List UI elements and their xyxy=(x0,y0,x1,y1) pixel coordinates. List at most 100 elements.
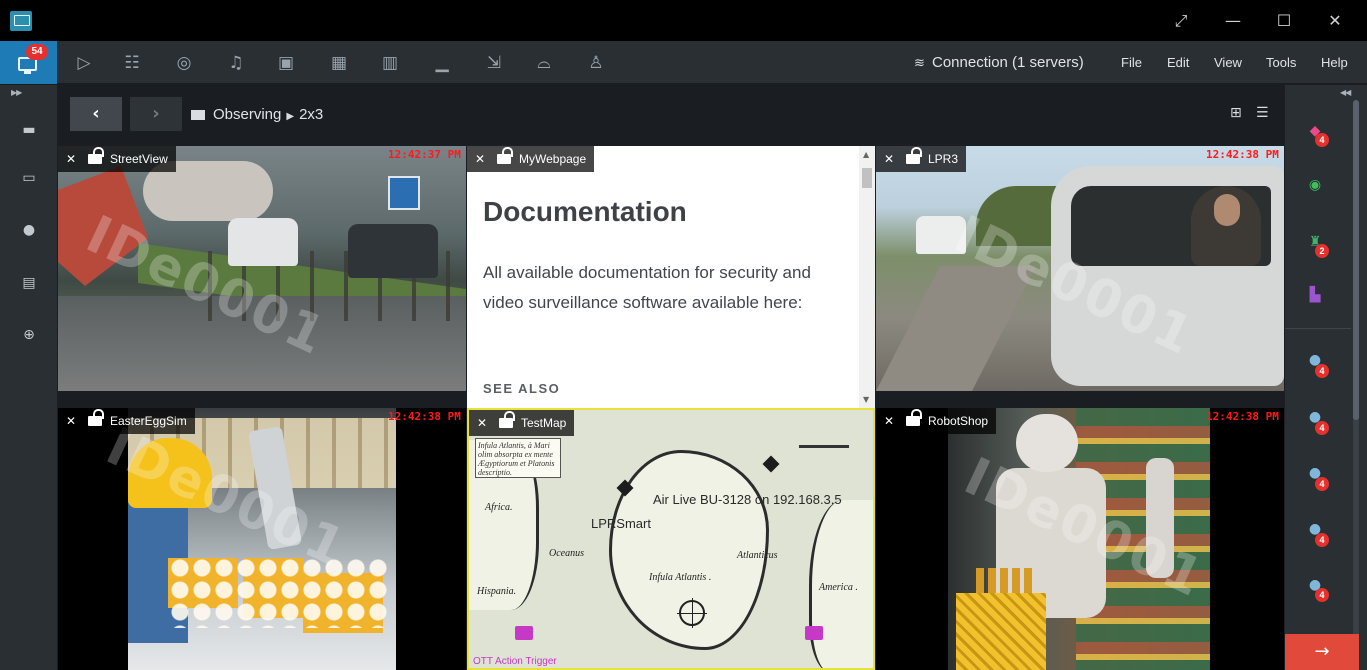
web-scrollbar[interactable]: ▲ ▼ xyxy=(859,146,875,408)
trigger-label: OTT Action Trigger xyxy=(473,656,557,667)
unlock-icon[interactable] xyxy=(88,147,104,164)
tile-timestamp: 12:42:37 PM xyxy=(388,148,461,161)
pin-badge: 4 xyxy=(1315,364,1329,378)
tile-header: ✕ EasterEggSim xyxy=(58,408,195,434)
tile-header: ✕ RobotShop xyxy=(876,408,997,434)
helmet-icon[interactable]: ⌓ xyxy=(532,52,556,74)
crosshair-icon[interactable] xyxy=(677,598,707,628)
ship-icon xyxy=(799,418,849,448)
maximize-icon[interactable]: ☐ xyxy=(1271,9,1297,33)
camera-feed xyxy=(876,146,1284,391)
tile-mywebpage[interactable]: Documentation All available documentatio… xyxy=(467,146,875,408)
menu-view[interactable]: View xyxy=(1214,54,1242,72)
play-icon[interactable]: ▷ xyxy=(72,52,96,74)
tile-eastereggsim[interactable]: IDe0001 ✕ EasterEggSim 12:42:38 PM xyxy=(58,408,466,670)
map-camera-label[interactable]: LPRSmart xyxy=(591,516,651,531)
restore-icon[interactable]: ⤢ xyxy=(1168,9,1194,33)
scroll-thumb[interactable] xyxy=(862,168,872,188)
menu-tools[interactable]: Tools xyxy=(1266,54,1296,72)
chart-icon[interactable]: ▁ xyxy=(430,52,454,74)
close-icon[interactable]: ✕ xyxy=(66,408,76,434)
alarm-badge: 4 xyxy=(1315,133,1329,147)
web-icon[interactable]: ⊕ xyxy=(20,327,38,343)
map-label: Atlanticus xyxy=(737,550,778,561)
map-view[interactable]: Infula Atlantis, à Mari olim absorpta ex… xyxy=(469,410,873,668)
right-sidebar: ◀◀ ◆ 4 ◉ ♜ 2 ▙ ● 4 ● 4 ● 4 ● 4 ● 4 → xyxy=(1285,85,1367,670)
connection-button[interactable]: ≋ Connection (1 servers) xyxy=(914,53,1084,73)
tile-title: RobotShop xyxy=(928,414,989,428)
web-view: Documentation All available documentatio… xyxy=(467,146,875,408)
close-icon[interactable]: ✕ xyxy=(66,146,76,172)
layout-settings-icon[interactable]: ⊞ xyxy=(1230,105,1242,121)
menu-file[interactable]: File xyxy=(1121,54,1142,72)
unlock-icon[interactable] xyxy=(88,409,104,426)
compass-icon[interactable]: ◎ xyxy=(172,52,196,74)
monitor-cursor-icon[interactable]: ▤ xyxy=(20,275,38,291)
minimize-icon[interactable]: — xyxy=(1220,9,1246,33)
layouts-icon[interactable]: ☷ xyxy=(120,52,144,74)
unlock-icon[interactable] xyxy=(499,411,515,428)
navigation-bar: ‹ › Observing ▶ 2x3 ⊞ ☰ xyxy=(57,85,1285,146)
close-icon[interactable]: ✕ xyxy=(884,408,894,434)
forward-button[interactable]: › xyxy=(130,97,182,131)
notifications-button[interactable]: 54 xyxy=(0,41,57,84)
cameras-icon[interactable]: ▬ xyxy=(20,122,38,138)
videowall-icon[interactable]: ▥ xyxy=(378,52,402,74)
tile-lpr3[interactable]: IDe0001 ✕ LPR3 12:42:38 PM xyxy=(876,146,1284,391)
tile-title: StreetView xyxy=(110,152,168,166)
monitor-icon xyxy=(10,11,32,31)
menu-help[interactable]: Help xyxy=(1321,54,1348,72)
divider xyxy=(1285,328,1351,329)
eye-icon[interactable]: ◉ xyxy=(1305,175,1325,195)
unlock-icon[interactable] xyxy=(497,147,513,164)
menu-edit[interactable]: Edit xyxy=(1167,54,1189,72)
files-icon[interactable]: ▣ xyxy=(274,52,298,74)
notifications-badge: 54 xyxy=(26,44,48,60)
menu-icon[interactable]: ☰ xyxy=(1256,105,1269,121)
breadcrumb-root[interactable]: Observing xyxy=(213,106,281,123)
door-icon[interactable]: ▙ xyxy=(1305,285,1325,305)
breadcrumb-layout[interactable]: 2x3 xyxy=(299,106,323,123)
tile-streetview[interactable]: IDe0001 ✕ StreetView 12:42:37 PM xyxy=(58,146,466,391)
tile-robotshop[interactable]: IDe0001 ✕ RobotShop 12:42:38 PM xyxy=(876,408,1284,670)
tile-title: TestMap xyxy=(521,416,567,430)
objects-badge: 2 xyxy=(1315,244,1329,258)
tile-header: ✕ MyWebpage xyxy=(467,146,595,172)
close-icon[interactable]: ✕ xyxy=(477,410,487,436)
layout-icon xyxy=(191,110,205,120)
globe-icon[interactable]: ● xyxy=(20,222,38,238)
title-bar: ⤢ — ☐ ✕ xyxy=(0,0,1367,41)
arrow-right-button[interactable]: → xyxy=(1285,634,1359,670)
close-icon[interactable]: ✕ xyxy=(884,146,894,172)
sidebar-scrollbar[interactable] xyxy=(1353,100,1359,645)
collapse-icon[interactable]: ◀◀ xyxy=(1340,88,1351,97)
scroll-down-icon[interactable]: ▼ xyxy=(863,395,869,404)
tile-title: EasterEggSim xyxy=(110,414,187,428)
unlock-icon[interactable] xyxy=(906,409,922,426)
trigger-icon[interactable] xyxy=(805,626,823,640)
web-heading: Documentation xyxy=(483,196,687,227)
close-icon[interactable]: ✕ xyxy=(1322,9,1348,33)
grid-icon[interactable]: ▦ xyxy=(327,52,351,74)
scroll-up-icon[interactable]: ▲ xyxy=(863,150,869,159)
map-camera-label[interactable]: Air Live BU-3128 on 192.168.3.5 xyxy=(653,492,842,507)
back-button[interactable]: ‹ xyxy=(70,97,122,131)
pin-badge: 4 xyxy=(1315,533,1329,547)
camera-feed xyxy=(58,146,466,391)
tile-header: ✕ StreetView xyxy=(58,146,176,172)
trigger-icon[interactable] xyxy=(515,626,533,640)
devices-icon[interactable]: ▭ xyxy=(20,170,38,186)
unlock-icon[interactable] xyxy=(906,147,922,164)
user-icon[interactable]: ♙ xyxy=(584,52,608,74)
web-see-also[interactable]: SEE ALSO xyxy=(483,381,560,396)
tile-timestamp: 12:42:38 PM xyxy=(1206,410,1279,423)
left-sidebar: ▶▶ ▬ ▭ ● ▤ ⊕ xyxy=(0,85,57,670)
pin-badge: 4 xyxy=(1315,421,1329,435)
expand-icon[interactable]: ▶▶ xyxy=(11,88,22,97)
pin-badge: 4 xyxy=(1315,477,1329,491)
camera-pin-icon[interactable] xyxy=(762,455,780,473)
tile-testmap[interactable]: Infula Atlantis, à Mari olim absorpta ex… xyxy=(467,408,875,670)
export-icon[interactable]: ⇲ xyxy=(482,52,506,74)
close-icon[interactable]: ✕ xyxy=(475,146,485,172)
bell-icon[interactable]: ♫ xyxy=(224,52,248,74)
